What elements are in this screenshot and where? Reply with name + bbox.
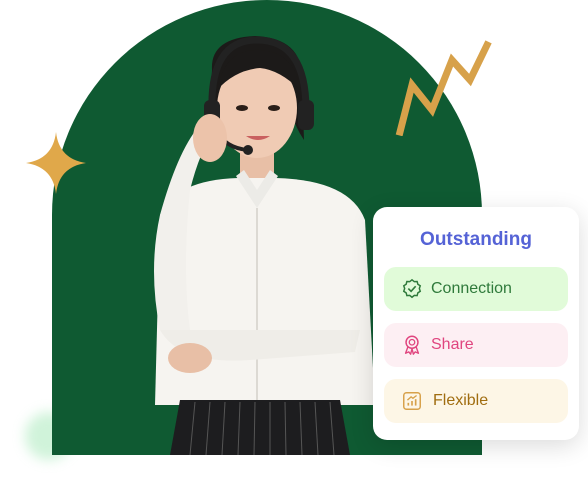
- growth-chart-icon: [403, 392, 421, 410]
- feature-label: Connection: [431, 280, 512, 297]
- card-title: Outstanding: [420, 229, 532, 250]
- gold-zigzag-decoration: [395, 40, 492, 136]
- feature-connection[interactable]: Connection: [384, 267, 568, 311]
- award-ribbon-icon: [404, 335, 420, 355]
- gold-sparkle-icon: [26, 132, 86, 194]
- feature-share[interactable]: Share: [384, 323, 568, 367]
- outstanding-card: Outstanding Connection Share Flexible: [373, 207, 579, 440]
- badge-check-icon: [402, 278, 422, 299]
- feature-label: Share: [431, 336, 474, 353]
- feature-flexible[interactable]: Flexible: [384, 379, 568, 423]
- support-agent-photo: [154, 36, 375, 455]
- feature-label: Flexible: [433, 392, 489, 409]
